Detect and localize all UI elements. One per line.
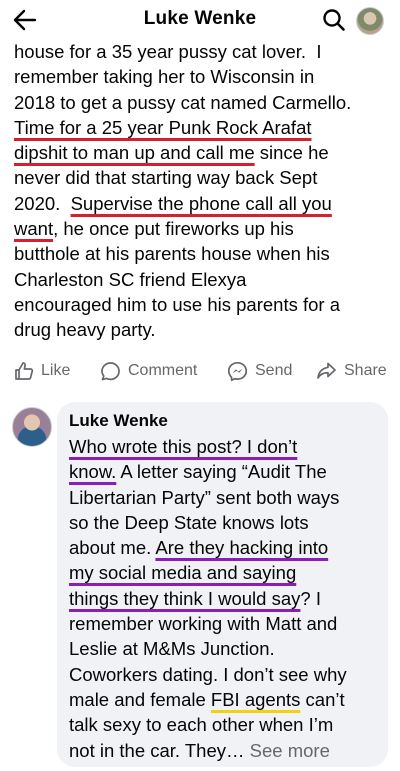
comment-body: Who wrote this post? I don’t know. A lett…	[69, 434, 381, 763]
underlined-text: dipshit to man up and call me	[14, 142, 255, 164]
text-segment: drug heavy party.	[14, 319, 156, 341]
text-segment: never did that starting way back Sept	[14, 167, 318, 189]
comment-line: so the Deep State knows lots	[69, 510, 381, 535]
text-segment: A letter saying “Audit The	[116, 461, 327, 483]
post-line: house for a 35 year pussy cat lover. I	[14, 39, 392, 64]
post-line: Time for a 25 year Punk Rock Arafat	[14, 115, 392, 140]
text-segment: so the Deep State knows lots	[69, 511, 309, 533]
share-arrow-icon	[317, 362, 336, 379]
text-segment: , he once put fireworks up his	[53, 218, 294, 240]
text-segment: remember taking her to Wisconsin in	[14, 66, 315, 88]
text-segment: ? I	[300, 587, 321, 609]
comment-line: Leslie at M&Ms Junction.	[69, 636, 381, 661]
search-button[interactable]	[320, 6, 348, 34]
underlined-text: Supervise the phone call all you	[70, 192, 332, 214]
share-button[interactable]: Share	[316, 356, 387, 386]
comment-line: remember working with Matt and	[69, 611, 381, 636]
comment-line: Libertarian Party” sent both ways	[69, 485, 381, 510]
post-line: drug heavy party.	[14, 317, 392, 342]
underlined-text: Who wrote this post? I don’t	[69, 436, 298, 457]
text-segment: 2018 to get a pussy cat named Carmello.	[14, 91, 352, 113]
post-line: 2020. Supervise the phone call all you	[14, 191, 392, 216]
comment-line: male and female FBI agents can’t	[69, 687, 381, 712]
post-line: 2018 to get a pussy cat named Carmello.	[14, 90, 392, 115]
send-label: Send	[255, 362, 293, 379]
comment-line: talk sexy to each other when I’m	[69, 712, 381, 737]
comment-bubble-icon	[101, 361, 120, 380]
post-line: never did that starting way back Sept	[14, 165, 392, 190]
like-button[interactable]: Like	[14, 356, 70, 386]
post-line: dipshit to man up and call me since he	[14, 140, 392, 165]
like-label: Like	[41, 362, 71, 379]
post-line: butthole at his parents house when his	[14, 241, 392, 266]
commenter-avatar[interactable]	[12, 407, 52, 447]
comment-author[interactable]: Luke Wenke	[69, 411, 168, 431]
profile-avatar[interactable]	[356, 7, 384, 35]
text-segment: encouraged him to use his parents for a	[14, 293, 340, 315]
thumbs-up-icon	[15, 362, 34, 380]
post-body: house for a 35 year pussy cat lover. I re…	[14, 39, 392, 343]
underlined-text: Time for a 25 year Punk Rock Arafat	[14, 116, 312, 138]
underlined-text: things they think I would say	[69, 587, 301, 609]
comment-line: Coworkers dating. I don’t see why	[69, 662, 381, 687]
post-line: want, he once put fireworks up his	[14, 216, 392, 241]
post-action-bar: Like Comment Send Share	[0, 355, 400, 387]
see-more-link[interactable]: See more	[250, 740, 330, 761]
underlined-text: my social media and saying	[69, 562, 297, 584]
top-bar: Luke Wenke	[0, 0, 400, 40]
comment-line: about me. Are they hacking into	[69, 535, 381, 560]
comment-line: my social media and saying	[69, 560, 381, 585]
text-segment: remember working with Matt and	[69, 613, 338, 635]
comment-line: Who wrote this post? I don’t	[69, 434, 381, 459]
text-segment: Coworkers dating. I don’t see why	[69, 663, 347, 685]
text-segment: male and female	[69, 688, 211, 710]
send-button[interactable]: Send	[227, 356, 292, 386]
underlined-text: FBI agents	[210, 688, 301, 710]
text-segment: about me.	[69, 537, 156, 559]
comment-line: know. A letter saying “Audit The	[69, 459, 381, 484]
comment-line: things they think I would say? I	[69, 586, 381, 611]
text-segment: 2020.	[14, 192, 71, 214]
text-segment: house for a 35 year pussy cat lover. I	[14, 41, 322, 62]
text-segment: since he	[254, 142, 329, 164]
comment-label: Comment	[128, 362, 198, 379]
search-icon	[323, 9, 345, 31]
underlined-text: want	[14, 218, 54, 240]
text-segment: can’t	[300, 688, 345, 710]
post-line: encouraged him to use his parents for a	[14, 292, 392, 317]
text-segment: talk sexy to each other when I’m	[69, 714, 334, 736]
text-segment: Charleston SC friend Elexya	[14, 268, 247, 290]
text-segment: Leslie at M&Ms Junction.	[69, 638, 275, 660]
text-segment: Libertarian Party” sent both ways	[69, 486, 340, 508]
share-label: Share	[344, 362, 387, 379]
comment-line: not in the car. They… See more	[69, 738, 381, 763]
messenger-icon	[227, 361, 248, 381]
underlined-text: Are they hacking into	[155, 537, 329, 559]
text-segment: not in the car. They…	[69, 739, 250, 761]
text-segment: butthole at his parents house when his	[14, 243, 330, 265]
post-line: Charleston SC friend Elexya	[14, 267, 392, 292]
comment-button[interactable]: Comment	[100, 356, 197, 386]
underlined-text: know.	[69, 461, 117, 483]
post-line: remember taking her to Wisconsin in	[14, 64, 392, 89]
